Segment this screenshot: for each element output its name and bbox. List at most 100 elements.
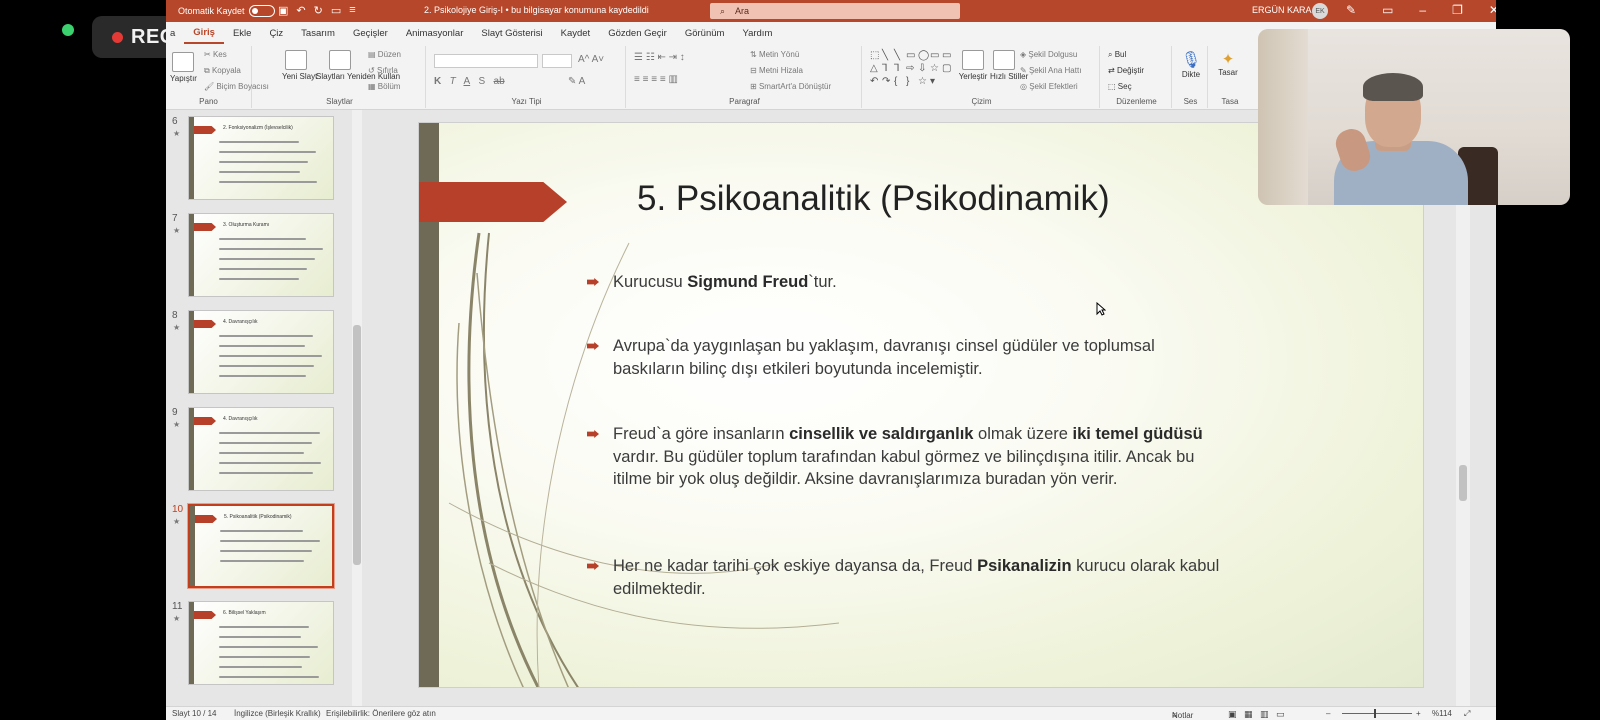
- slide-thumbnail[interactable]: 3. Oluşturma Kuramı: [188, 213, 334, 297]
- reset-button[interactable]: ↺ Sıfırla: [368, 66, 398, 75]
- list-buttons-icon[interactable]: ☰ ☷ ⇤ ⇥ ↕: [634, 52, 685, 63]
- bullet-item[interactable]: Kurucusu Sigmund Freud`tur.: [587, 271, 1227, 294]
- thumbnail-number: 6: [172, 116, 178, 127]
- reuse-slides-button[interactable]: Slaytları Yeniden Kullan: [316, 50, 400, 81]
- paste-button[interactable]: Yapıştır: [170, 52, 197, 83]
- zoom-out-icon[interactable]: –: [1326, 709, 1330, 718]
- tab-3[interactable]: Çiz: [260, 22, 292, 44]
- close-icon[interactable]: ✕: [1489, 3, 1496, 17]
- shapes-gallery[interactable]: ⬚ ╲ ╲ ▭ ◯ ▭ ▭ △ ⅂ ⅂ ⇨ ⇩ ☆ ▢ ↶ ↷{} ☆ ▾: [870, 50, 954, 89]
- redo-icon[interactable]: ↻: [314, 4, 323, 17]
- tab-7[interactable]: Slayt Gösterisi: [472, 22, 551, 44]
- thumbnails-scrollbar[interactable]: [352, 110, 362, 706]
- webcam-overlay[interactable]: [1258, 29, 1570, 205]
- shadow-button[interactable]: S: [479, 76, 486, 87]
- group-designer: ✦ Tasar Tasa: [1210, 46, 1250, 108]
- copy-button[interactable]: ⧉ Kopyala: [204, 66, 241, 76]
- tab-0[interactable]: a: [166, 22, 184, 44]
- customize-qat-icon[interactable]: ≡: [349, 4, 355, 17]
- tab-4[interactable]: Tasarım: [292, 22, 344, 44]
- text-direction-button[interactable]: ⇅ Metin Yönü: [750, 50, 799, 59]
- shape-effects-button[interactable]: ◎ Şekil Efektleri: [1020, 82, 1078, 91]
- user-name[interactable]: ERGÜN KARA: [1252, 5, 1312, 15]
- slide-thumbnail[interactable]: 6. Bilişsel Yaklaşım: [188, 601, 334, 685]
- search-placeholder: Ara: [735, 6, 750, 16]
- group-label-drawing: Çizim: [971, 97, 992, 106]
- slide-thumbnails-panel[interactable]: 6 ★ 2. Fonksiyonalizm (İşlevselcilik) 7 ★ 3. …: [166, 110, 362, 706]
- tab-1[interactable]: Giriş: [184, 22, 224, 44]
- minimize-icon[interactable]: –: [1419, 3, 1426, 17]
- strikethrough-button[interactable]: ab: [494, 76, 505, 87]
- restore-icon[interactable]: ❐: [1452, 3, 1463, 17]
- tab-10[interactable]: Görünüm: [676, 22, 734, 44]
- tab-9[interactable]: Gözden Geçir: [599, 22, 676, 44]
- quick-styles-button[interactable]: Hızlı Stiller: [990, 50, 1028, 81]
- bold-button[interactable]: K: [434, 76, 441, 87]
- arrange-button[interactable]: Yerleştir: [958, 50, 988, 81]
- slide-scroll-thumb[interactable]: [1459, 465, 1467, 501]
- grow-font-icon[interactable]: A^ A˅: [578, 54, 604, 65]
- pen-icon[interactable]: ✎: [1346, 3, 1356, 17]
- align-buttons-icon[interactable]: ≡ ≡ ≡ ≡ ▥: [634, 74, 678, 85]
- bullet-item[interactable]: Avrupa`da yaygınlaşan bu yaklaşım, davra…: [587, 335, 1227, 380]
- select-button[interactable]: ⬚ Seç: [1108, 82, 1132, 91]
- smartart-button[interactable]: ⊞ SmartArt'a Dönüştür: [750, 82, 831, 91]
- effects-icon: ◎: [1020, 82, 1027, 91]
- arrow-bullet-icon: [587, 278, 599, 286]
- slide-thumbnail[interactable]: 2. Fonksiyonalizm (İşlevselcilik): [188, 116, 334, 200]
- underline-button[interactable]: A: [463, 76, 470, 87]
- zoom-in-icon[interactable]: +: [1416, 709, 1421, 718]
- zoom-slider[interactable]: [1342, 713, 1412, 714]
- autosave-control[interactable]: Otomatik Kaydet: [178, 5, 275, 17]
- fill-icon: ◈: [1020, 50, 1027, 59]
- presenter-hair: [1363, 73, 1423, 101]
- search-box[interactable]: ⌕ Ara: [710, 3, 960, 19]
- autosave-toggle[interactable]: [248, 5, 275, 17]
- replace-button[interactable]: ⇄ Değiştir: [1108, 66, 1144, 75]
- thumbnails-scroll-thumb[interactable]: [353, 325, 361, 565]
- view-buttons[interactable]: ▣ ▦ ▥ ▭: [1228, 709, 1285, 720]
- cut-button[interactable]: ✂ Kes: [204, 50, 227, 59]
- section-button[interactable]: ▦ Bölüm: [368, 82, 400, 91]
- layout-button[interactable]: ▤ Düzen: [368, 50, 401, 59]
- font-size-combo[interactable]: [542, 54, 572, 68]
- find-button[interactable]: ⌕ Bul: [1108, 50, 1126, 60]
- zoom-level[interactable]: %114: [1432, 709, 1452, 718]
- slide-thumbnail[interactable]: 5. Psikoanalitik (Psikodinamik): [187, 503, 335, 589]
- bullet-text: Her ne kadar tarihi çok eskiye dayansa d…: [613, 555, 1227, 600]
- italic-button[interactable]: T: [450, 76, 456, 87]
- fit-slide-icon[interactable]: ⤢: [1464, 709, 1470, 719]
- group-clipboard: Yapıştır ✂ Kes ⧉ Kopyala 🖌 Biçim Boyacıs…: [166, 46, 269, 108]
- font-color-icon[interactable]: ✎ A: [568, 76, 585, 87]
- slideshow-icon[interactable]: ▭: [331, 4, 341, 17]
- thumbnail-text-line: [219, 268, 307, 270]
- bullet-item[interactable]: Freud`a göre insanların cinsellik ve sal…: [587, 423, 1227, 491]
- font-name-combo[interactable]: [434, 54, 538, 68]
- zoom-slider-thumb[interactable]: [1374, 709, 1376, 718]
- shape-fill-button[interactable]: ◈ Şekil Dolgusu: [1020, 50, 1077, 59]
- document-title[interactable]: 2. Psikolojiye Giriş-I • bu bilgisayar k…: [424, 5, 649, 15]
- slide-title[interactable]: 5. Psikoanalitik (Psikodinamik): [637, 179, 1110, 219]
- bullet-text: Avrupa`da yaygınlaşan bu yaklaşım, davra…: [613, 335, 1227, 380]
- undo-icon[interactable]: ↶: [296, 4, 305, 17]
- slide-thumbnail[interactable]: 4. Davranışçılık: [188, 407, 334, 491]
- tab-6[interactable]: Animasyonlar: [397, 22, 473, 44]
- current-slide[interactable]: 5. Psikoanalitik (Psikodinamik) Kurucusu…: [418, 122, 1424, 688]
- thumbnail-text-line: [219, 161, 308, 163]
- align-text-button[interactable]: ⊟ Metni Hizala: [750, 66, 803, 75]
- designer-button[interactable]: ✦ Tasar: [1214, 50, 1242, 77]
- tab-2[interactable]: Ekle: [224, 22, 260, 44]
- tab-8[interactable]: Kaydet: [552, 22, 600, 44]
- language-indicator[interactable]: İngilizce (Birleşik Krallık): [234, 709, 321, 718]
- new-slide-button[interactable]: Yeni Slayt: [282, 50, 317, 81]
- accessibility-check[interactable]: Erişilebilirlik: Önerilere göz atın: [326, 709, 436, 718]
- tab-5[interactable]: Geçişler: [344, 22, 397, 44]
- dictate-button[interactable]: 🎙 Dikte: [1178, 50, 1204, 79]
- bullet-item[interactable]: Her ne kadar tarihi çok eskiye dayansa d…: [587, 555, 1227, 600]
- user-avatar[interactable]: EK: [1312, 3, 1328, 19]
- ribbon-display-icon[interactable]: ▭: [1382, 3, 1393, 17]
- slide-thumbnail[interactable]: 4. Davranışçılık: [188, 310, 334, 394]
- tab-11[interactable]: Yardım: [733, 22, 781, 44]
- shape-outline-button[interactable]: ✎ Şekil Ana Hattı: [1020, 66, 1081, 75]
- save-icon[interactable]: ▣: [278, 4, 288, 17]
